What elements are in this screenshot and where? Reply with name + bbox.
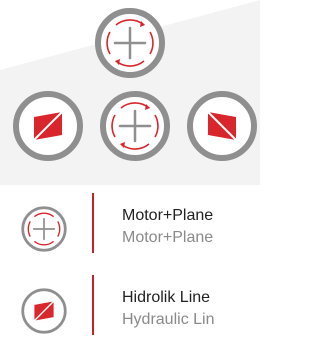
rotate-plus-icon xyxy=(100,91,170,161)
control-legend-panel: Motor+Plane Motor+Plane Hidrolik Line Hy… xyxy=(0,0,260,360)
legend-secondary-label: Motor+Plane xyxy=(122,229,214,246)
legend-label: Hidrolik Line Hydraulic Lin xyxy=(122,287,260,331)
knob-cluster xyxy=(0,0,260,185)
center-rotate-knob[interactable] xyxy=(100,91,170,161)
hydraulic-diamond-icon xyxy=(187,91,257,161)
top-rotate-knob[interactable] xyxy=(95,8,165,78)
legend-secondary-label: Hydraulic Lin xyxy=(122,311,215,328)
rotate-plus-icon xyxy=(20,205,68,253)
legend-divider xyxy=(92,193,94,253)
legend-row-motor-plane: Motor+Plane Motor+Plane xyxy=(0,193,260,263)
legend-divider xyxy=(92,275,94,335)
legend-row-hydraulic-line: Hidrolik Line Hydraulic Lin xyxy=(0,275,260,345)
legend-primary-label: Motor+Plane xyxy=(122,207,214,224)
legend-primary-label: Hidrolik Line xyxy=(122,289,211,306)
rotate-plus-icon xyxy=(95,8,165,78)
legend-label: Motor+Plane Motor+Plane xyxy=(122,205,260,249)
hydraulic-diamond-icon xyxy=(13,91,83,161)
hydraulic-diamond-icon xyxy=(20,287,68,335)
right-hydraulic-knob[interactable] xyxy=(187,91,257,161)
left-hydraulic-knob[interactable] xyxy=(13,91,83,161)
